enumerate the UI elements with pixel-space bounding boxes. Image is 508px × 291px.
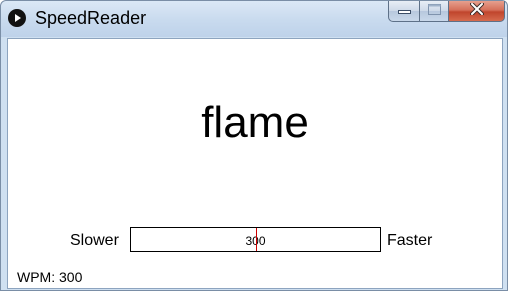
maximize-icon — [427, 2, 441, 20]
close-button[interactable] — [449, 1, 505, 22]
app-window: SpeedReader flame Slower Faster WPM: 300 — [0, 0, 508, 291]
play-circle-icon — [7, 8, 27, 28]
close-icon — [469, 2, 484, 20]
reader-panel: flame Slower 300 Faster WPM: 300 — [7, 38, 503, 289]
window-controls — [388, 1, 505, 22]
title-bar[interactable]: SpeedReader — [1, 1, 507, 37]
window-title: SpeedReader — [35, 8, 147, 28]
slider-thumb[interactable] — [256, 228, 257, 251]
minimize-button[interactable] — [388, 1, 419, 22]
speed-slider[interactable]: 300 — [130, 227, 381, 252]
maximize-button[interactable] — [419, 1, 449, 22]
minimize-icon — [397, 2, 411, 20]
wpm-readout: WPM: 300 — [17, 269, 83, 285]
slower-label: Slower — [70, 232, 119, 249]
current-word: flame — [201, 98, 309, 147]
faster-label: Faster — [387, 232, 433, 249]
